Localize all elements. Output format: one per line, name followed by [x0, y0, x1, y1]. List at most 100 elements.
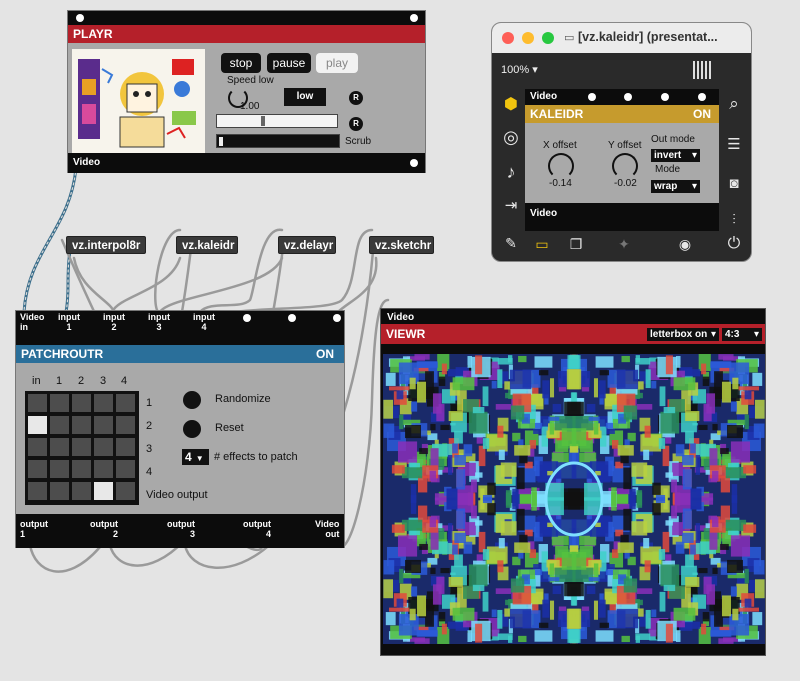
step-icon[interactable]: ⇥: [500, 196, 522, 214]
matrix-cell[interactable]: [116, 394, 135, 412]
close-icon[interactable]: [502, 32, 514, 44]
output-4[interactable]: output 4: [243, 519, 271, 539]
matrix-cell[interactable]: [72, 416, 91, 434]
low-button[interactable]: low: [284, 88, 326, 106]
interpol8r-object[interactable]: vz.interpol8r: [66, 236, 146, 254]
matrix-cell[interactable]: [28, 438, 47, 456]
matrix-cell[interactable]: [28, 482, 47, 500]
status-on[interactable]: ON: [316, 345, 334, 363]
reset-r-button[interactable]: R: [349, 91, 363, 105]
power-icon[interactable]: ⏻: [723, 235, 745, 253]
play-button[interactable]: play: [316, 53, 358, 73]
playr-title: PLAYR: [68, 25, 425, 43]
playr-bottom-bar: Video: [68, 153, 425, 173]
speed-label: Speed low: [227, 75, 274, 86]
port[interactable]: [410, 14, 418, 22]
matrix-cell[interactable]: [50, 394, 69, 412]
windows-icon[interactable]: ❐: [566, 236, 586, 253]
matrix-cell[interactable]: [94, 482, 113, 500]
matrix-cell[interactable]: [116, 416, 135, 434]
matrix-cell[interactable]: [72, 438, 91, 456]
input-4[interactable]: input 4: [193, 312, 215, 332]
debug-icon[interactable]: ✦: [614, 236, 634, 253]
play-circle-icon[interactable]: ◉: [675, 236, 695, 253]
sliders-icon[interactable]: ⫶: [723, 211, 745, 228]
matrix-cell[interactable]: [50, 438, 69, 456]
col-header: in: [32, 375, 41, 387]
camera-icon[interactable]: ◙: [723, 175, 745, 192]
kaleidr-device: Video KALEIDR ON X offset -0.14 Y offset…: [525, 89, 719, 231]
row-label: 1: [146, 397, 153, 409]
matrix-cell[interactable]: [28, 460, 47, 478]
matrix-cell[interactable]: [116, 438, 135, 456]
matrix-cell[interactable]: [72, 394, 91, 412]
port[interactable]: [288, 314, 296, 322]
matrix-cell[interactable]: [50, 416, 69, 434]
routing-matrix[interactable]: [25, 391, 139, 505]
col-header: 2: [78, 375, 85, 387]
input-2[interactable]: input 2: [103, 312, 125, 332]
output-2[interactable]: output 2: [90, 519, 118, 539]
stop-button[interactable]: stop: [221, 53, 261, 73]
output-3[interactable]: output 3: [167, 519, 195, 539]
sketchr-object[interactable]: vz.sketchr: [369, 236, 434, 254]
minimize-icon[interactable]: [522, 32, 534, 44]
music-note-icon[interactable]: ♪: [500, 162, 522, 183]
mode-select[interactable]: wrap ▾: [651, 180, 700, 193]
input-1[interactable]: input 1: [58, 312, 80, 332]
matrix-cell[interactable]: [116, 482, 135, 500]
delayr-object[interactable]: vz.delayr: [278, 236, 336, 254]
port[interactable]: [698, 93, 706, 101]
matrix-cell[interactable]: [28, 394, 47, 412]
pause-button[interactable]: pause: [267, 53, 311, 73]
cube-icon[interactable]: ⬢: [500, 94, 522, 114]
zoom-level[interactable]: 100% ▾: [501, 63, 538, 76]
col-header: 3: [100, 375, 107, 387]
matrix-cell[interactable]: [50, 460, 69, 478]
port[interactable]: [410, 159, 418, 167]
x-offset-dial[interactable]: [548, 153, 574, 179]
list-icon[interactable]: ☰: [723, 135, 745, 153]
y-offset-dial[interactable]: [612, 153, 638, 179]
matrix-cell[interactable]: [50, 482, 69, 500]
video-out-label: Video: [73, 157, 101, 168]
matrix-cell[interactable]: [94, 394, 113, 412]
matrix-cell[interactable]: [72, 460, 91, 478]
matrix-cell[interactable]: [94, 416, 113, 434]
kaleidr-object[interactable]: vz.kaleidr: [176, 236, 238, 254]
input-video-in[interactable]: Video in: [20, 312, 44, 332]
matrix-cell[interactable]: [94, 460, 113, 478]
scrub-slider[interactable]: [216, 134, 340, 148]
pencil-icon[interactable]: ✎: [500, 235, 522, 252]
port[interactable]: [333, 314, 341, 322]
matrix-cell[interactable]: [116, 460, 135, 478]
col-header: 4: [121, 375, 128, 387]
output-video-out[interactable]: Video out: [315, 519, 339, 539]
range-slider[interactable]: [216, 114, 338, 128]
port[interactable]: [243, 314, 251, 322]
input-3[interactable]: input 3: [148, 312, 170, 332]
search-icon[interactable]: ⌕: [723, 94, 745, 114]
reset-r-button[interactable]: R: [349, 117, 363, 131]
letterbox-select[interactable]: letterbox on ▾: [647, 328, 719, 341]
matrix-cell[interactable]: [28, 416, 47, 434]
zoom-icon[interactable]: [542, 32, 554, 44]
grid-icon[interactable]: [693, 61, 713, 79]
reset-button[interactable]: [183, 420, 201, 438]
output-1[interactable]: output 1: [20, 519, 48, 539]
out-mode-label: Out mode: [651, 134, 695, 145]
port[interactable]: [588, 93, 596, 101]
presentation-icon[interactable]: ▭: [532, 236, 552, 253]
matrix-cell[interactable]: [94, 438, 113, 456]
out-mode-select[interactable]: invert ▾: [651, 149, 700, 162]
aspect-select[interactable]: 4:3 ▾: [722, 328, 762, 341]
kaleidr-status[interactable]: ON: [693, 105, 711, 123]
port[interactable]: [76, 14, 84, 22]
target-icon[interactable]: ◎: [500, 127, 522, 148]
port[interactable]: [661, 93, 669, 101]
randomize-button[interactable]: [183, 391, 201, 409]
matrix-cell[interactable]: [72, 482, 91, 500]
patchroutr-device: Video in input 1 input 2 input 3 input 4 PATC…: [15, 310, 345, 548]
effects-count-select[interactable]: 4 ▼: [182, 449, 209, 465]
port[interactable]: [624, 93, 632, 101]
